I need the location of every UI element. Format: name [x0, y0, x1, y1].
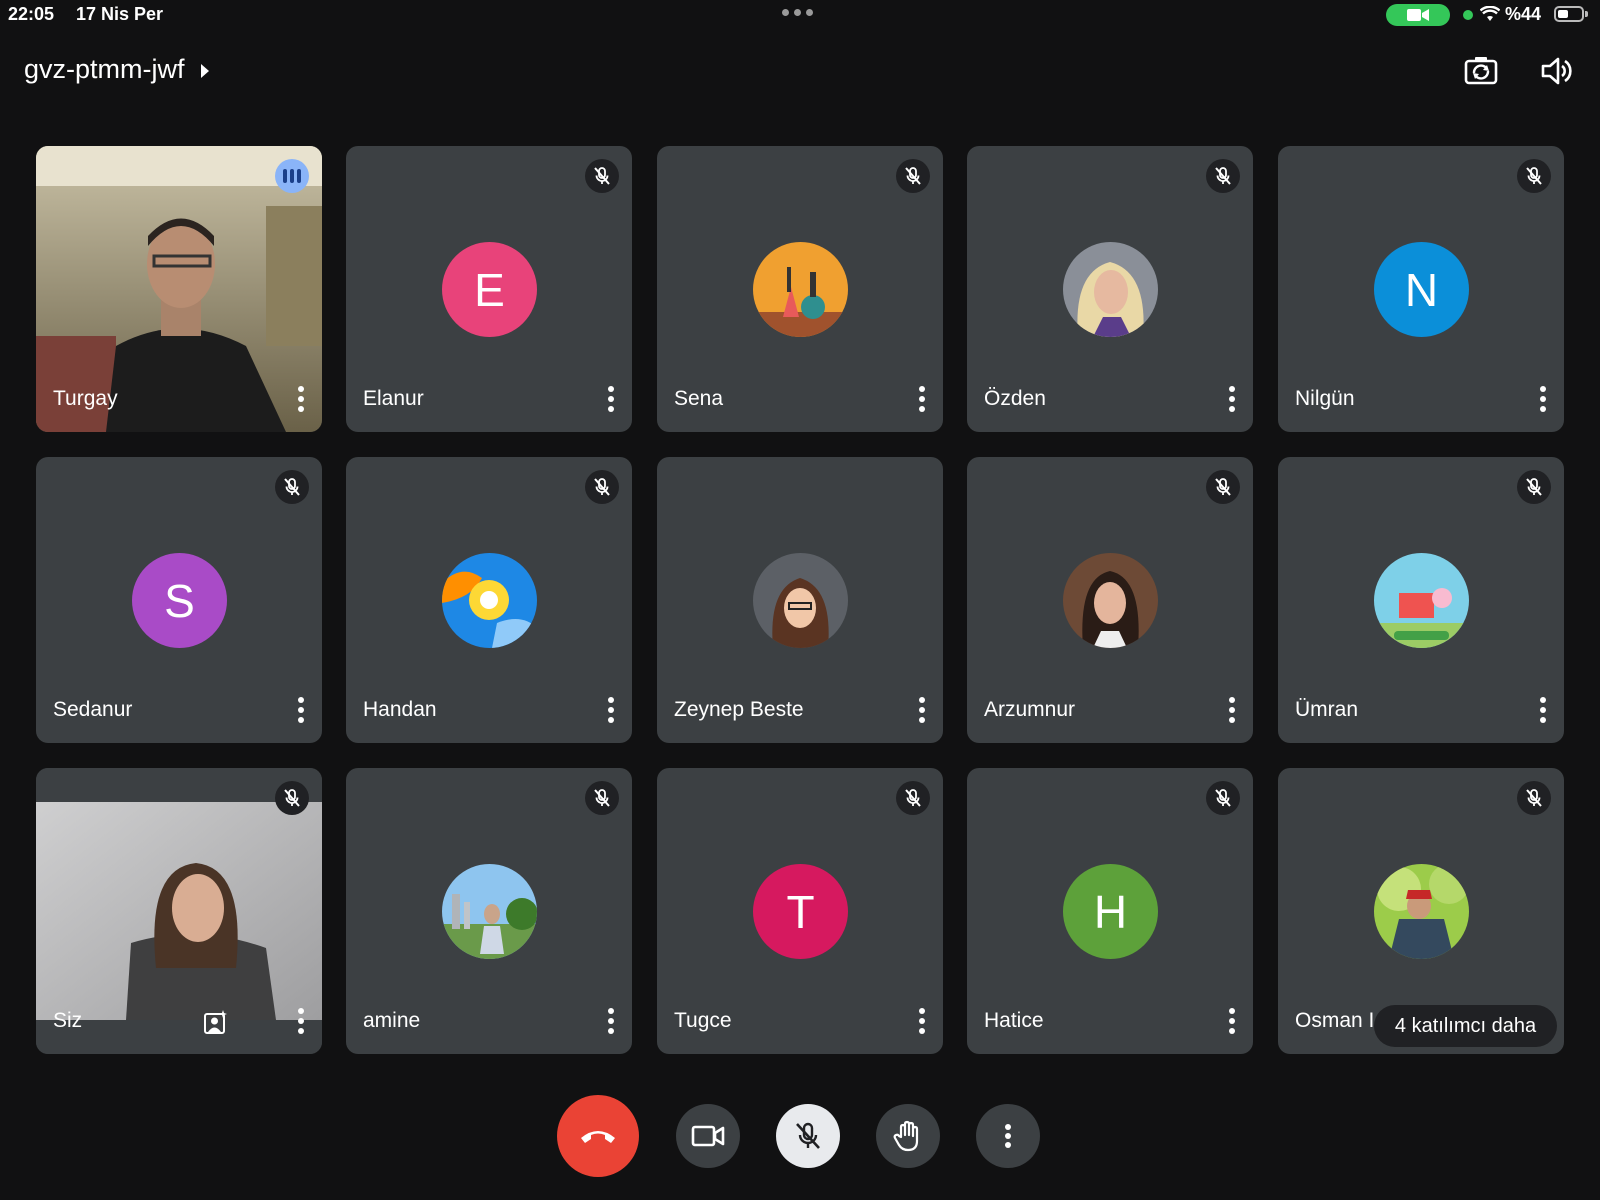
reframe-icon[interactable] — [203, 1009, 229, 1035]
mic-off-icon — [275, 470, 309, 504]
avatar: T — [753, 864, 848, 959]
participant-name: Ümran — [1295, 698, 1359, 721]
status-time: 22:05 — [8, 4, 55, 24]
raise-hand-icon — [893, 1120, 919, 1152]
battery-icon — [1554, 6, 1588, 22]
camera-icon — [1407, 9, 1429, 21]
more-vert-icon[interactable] — [1229, 697, 1235, 723]
avatar: S — [132, 553, 227, 648]
privacy-dot — [1463, 10, 1473, 20]
participant-tile-self[interactable]: Siz — [36, 768, 322, 1054]
speaker-icon[interactable] — [1538, 52, 1576, 90]
avatar — [1374, 553, 1469, 648]
camera-button[interactable] — [676, 1104, 740, 1168]
meeting-title[interactable]: gvz-ptmm-jwf — [24, 54, 209, 85]
more-vert-icon[interactable] — [1540, 386, 1546, 412]
avatar — [442, 864, 537, 959]
mic-off-icon — [1206, 781, 1240, 815]
avatar — [1374, 864, 1469, 959]
more-vert-icon[interactable] — [298, 697, 304, 723]
participant-name: Tugce — [674, 1009, 732, 1032]
more-vert-icon[interactable] — [608, 386, 614, 412]
battery-percent: %44 — [1505, 4, 1542, 24]
camera-icon — [691, 1125, 725, 1147]
participant-tile-turgay[interactable]: Turgay — [36, 146, 322, 432]
participant-tile-hatice[interactable]: H Hatice — [967, 768, 1253, 1054]
avatar — [753, 242, 848, 337]
more-vert-icon[interactable] — [298, 1008, 304, 1034]
more-vert-icon[interactable] — [1229, 386, 1235, 412]
participant-name: Handan — [363, 698, 437, 721]
mic-off-icon — [1206, 159, 1240, 193]
more-vert-icon[interactable] — [298, 386, 304, 412]
camera-in-use-indicator — [1386, 4, 1450, 26]
meeting-code: gvz-ptmm-jwf — [24, 54, 185, 84]
participant-tile-umran[interactable]: Ümran — [1278, 457, 1564, 743]
participant-name: Osman I — [1295, 1009, 1375, 1032]
participant-name: Sena — [674, 387, 724, 410]
participant-tile-amine[interactable]: amine — [346, 768, 632, 1054]
end-call-button[interactable] — [557, 1095, 639, 1177]
status-date: 17 Nis Per — [76, 4, 164, 24]
more-vert-icon[interactable] — [919, 1008, 925, 1034]
more-vert-icon[interactable] — [919, 386, 925, 412]
mic-off-icon — [1517, 781, 1551, 815]
participant-name: Arzumnur — [984, 698, 1076, 721]
mic-off-icon — [585, 781, 619, 815]
participant-name: Zeynep Beste — [674, 698, 804, 721]
wifi-icon — [1480, 6, 1500, 21]
mic-off-icon — [1517, 470, 1551, 504]
more-vert-icon[interactable] — [1229, 1008, 1235, 1034]
participant-tile-sedanur[interactable]: S Sedanur — [36, 457, 322, 743]
multitasking-dots-icon[interactable] — [782, 9, 813, 16]
participant-name: Özden — [984, 387, 1046, 410]
participant-tile-nilgun[interactable]: N Nilgün — [1278, 146, 1564, 432]
participant-tile-tugce[interactable]: T Tugce — [657, 768, 943, 1054]
microphone-off-icon — [796, 1122, 820, 1149]
mic-off-icon — [1206, 470, 1240, 504]
mic-off-icon — [585, 470, 619, 504]
avatar — [442, 553, 537, 648]
switch-camera-icon[interactable] — [1462, 52, 1500, 90]
participant-tile-elanur[interactable]: E Elanur — [346, 146, 632, 432]
caret-right-icon — [200, 63, 209, 78]
participant-name: Elanur — [363, 387, 424, 410]
mic-off-icon — [1517, 159, 1551, 193]
microphone-button[interactable] — [776, 1104, 840, 1168]
avatar: N — [1374, 242, 1469, 337]
participant-name: Turgay — [53, 387, 118, 410]
avatar — [1063, 553, 1158, 648]
more-options-icon — [1005, 1124, 1011, 1148]
more-vert-icon[interactable] — [1540, 697, 1546, 723]
more-vert-icon[interactable] — [608, 697, 614, 723]
participant-tile-arzumnur[interactable]: Arzumnur — [967, 457, 1253, 743]
participant-name: Siz — [53, 1009, 83, 1032]
mic-off-icon — [896, 781, 930, 815]
end-call-icon — [581, 1131, 615, 1143]
more-options-button[interactable] — [976, 1104, 1040, 1168]
participant-name: Nilgün — [1295, 387, 1355, 410]
participant-name: Hatice — [984, 1009, 1044, 1032]
participant-tile-zeynep-beste[interactable]: Zeynep Beste — [657, 457, 943, 743]
participant-tile-sena[interactable]: Sena — [657, 146, 943, 432]
avatar — [753, 553, 848, 648]
avatar — [1063, 242, 1158, 337]
avatar: E — [442, 242, 537, 337]
avatar: H — [1063, 864, 1158, 959]
participant-name: amine — [363, 1009, 421, 1032]
mic-off-icon — [585, 159, 619, 193]
participant-tile-ozden[interactable]: Özden — [967, 146, 1253, 432]
participant-tile-handan[interactable]: Handan — [346, 457, 632, 743]
mic-off-icon — [896, 159, 930, 193]
mic-off-icon — [275, 781, 309, 815]
more-participants-chip[interactable]: 4 katılımcı daha — [1374, 1005, 1557, 1047]
status-bar: 22:05 17 Nis Per %44 — [0, 0, 1600, 30]
speaking-indicator-icon — [275, 159, 309, 193]
more-vert-icon[interactable] — [608, 1008, 614, 1034]
participant-name: Sedanur — [53, 698, 133, 721]
raise-hand-button[interactable] — [876, 1104, 940, 1168]
more-vert-icon[interactable] — [919, 697, 925, 723]
